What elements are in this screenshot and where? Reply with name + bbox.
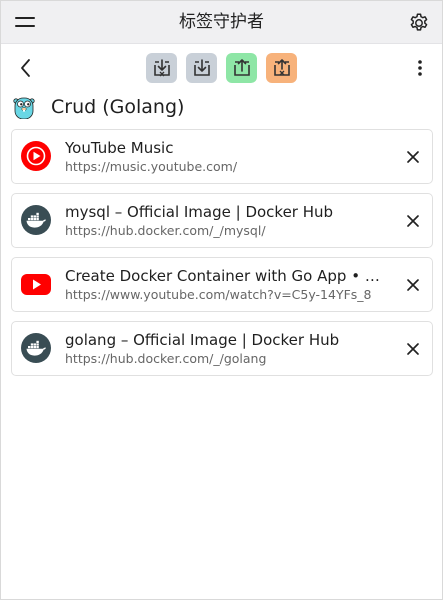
docker-icon — [21, 205, 51, 235]
tab-item[interactable]: YouTube Music https://music.youtube.com/ — [11, 129, 433, 184]
tab-title: mysql – Official Image | Docker Hub — [65, 203, 334, 221]
chevron-left-icon[interactable] — [15, 57, 37, 79]
tab-url: https://music.youtube.com/ — [65, 159, 238, 174]
close-icon[interactable] — [406, 214, 420, 228]
tab-title: golang – Official Image | Docker Hub — [65, 331, 340, 349]
tab-url: https://hub.docker.com/_/golang — [65, 351, 267, 366]
tab-item[interactable]: Create Docker Container with Go App • #2… — [11, 257, 433, 312]
group-header: Crud (Golang) — [1, 91, 442, 123]
tab-list: YouTube Music https://music.youtube.com/ — [11, 129, 433, 385]
tab-title: YouTube Music — [65, 139, 174, 157]
download-delete-icon — [153, 59, 170, 77]
tab-item[interactable]: mysql – Official Image | Docker Hub http… — [11, 193, 433, 248]
download-button[interactable] — [186, 53, 217, 83]
app-window: 标签守护者 Crud (Golang) YouTube Music https:… — [0, 0, 443, 600]
toolbar — [1, 45, 442, 91]
gopher-icon — [13, 97, 35, 119]
docker-icon — [21, 333, 51, 363]
tab-title: Create Docker Container with Go App • #2… — [65, 267, 385, 285]
vertical-ellipsis-icon[interactable] — [416, 57, 424, 79]
hamburger-menu-icon[interactable] — [15, 15, 37, 29]
close-icon[interactable] — [406, 150, 420, 164]
tab-url: https://www.youtube.com/watch?v=C5y-14YF… — [65, 287, 372, 302]
action-button-group — [146, 53, 297, 83]
tab-item[interactable]: golang – Official Image | Docker Hub htt… — [11, 321, 433, 376]
close-icon[interactable] — [406, 342, 420, 356]
title-bar: 标签守护者 — [1, 1, 442, 44]
upload-icon — [233, 59, 250, 76]
app-title: 标签守护者 — [179, 12, 264, 32]
upload-delete-icon — [273, 59, 290, 76]
upload-delete-button[interactable] — [266, 53, 297, 83]
tab-url: https://hub.docker.com/_/mysql/ — [65, 223, 266, 238]
download-delete-button[interactable] — [146, 53, 177, 83]
group-title: Crud (Golang) — [51, 96, 185, 118]
gear-icon[interactable] — [408, 12, 430, 34]
download-icon — [193, 59, 210, 76]
upload-button[interactable] — [226, 53, 257, 83]
close-icon[interactable] — [406, 278, 420, 292]
youtube-music-icon — [21, 141, 51, 171]
youtube-icon — [21, 274, 51, 295]
